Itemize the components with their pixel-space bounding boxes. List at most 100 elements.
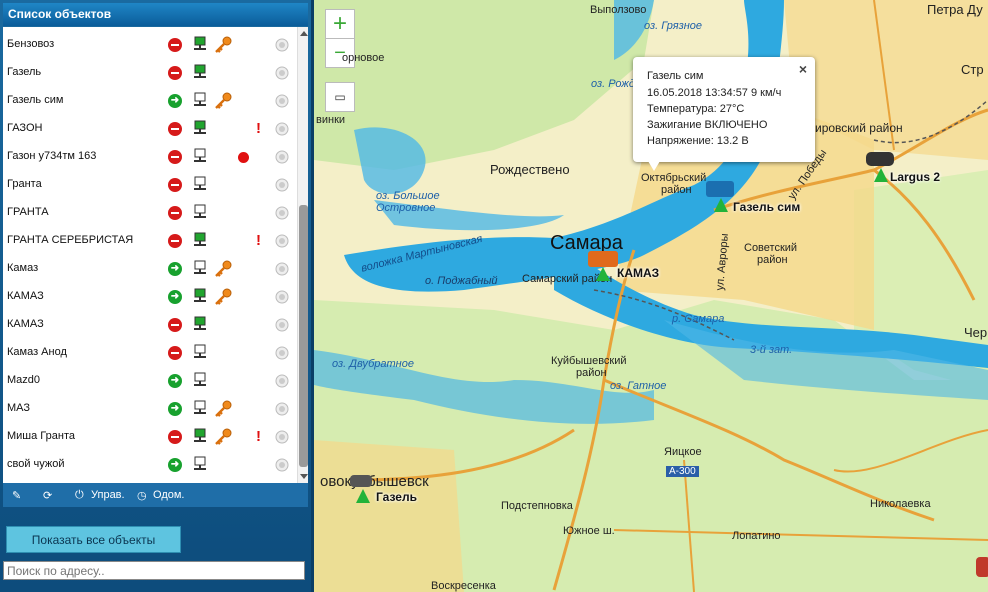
water-label: 3-й зат.	[750, 344, 793, 356]
vehicle-label[interactable]: Газель	[376, 490, 417, 504]
stopped-status-icon	[168, 122, 182, 136]
place-label: Лопатино	[732, 530, 781, 542]
list-scrollbar[interactable]	[297, 27, 308, 483]
object-list-item[interactable]: ГАЗОН!	[3, 115, 297, 143]
object-name: Камаз Анод	[7, 346, 67, 358]
car-icon[interactable]	[350, 475, 372, 487]
object-list-item[interactable]: свой чужой ➜	[3, 451, 297, 479]
refresh-icon[interactable]: ⟳	[43, 489, 52, 502]
locate-target-icon[interactable]	[275, 374, 289, 388]
locate-target-icon[interactable]	[275, 346, 289, 360]
object-list-item[interactable]: Миша Гранта!	[3, 423, 297, 451]
locate-target-icon[interactable]	[275, 94, 289, 108]
water-label: оз. Двубратное	[332, 358, 414, 370]
clock-icon[interactable]: ◷	[137, 489, 147, 502]
car-icon[interactable]	[866, 152, 894, 166]
place-label: Воскресенка	[431, 580, 496, 592]
object-list-item[interactable]: КАМАЗ ➜	[3, 283, 297, 311]
gps-online-icon	[192, 316, 208, 332]
vehicle-marker[interactable]	[714, 198, 728, 212]
locate-target-icon[interactable]	[275, 66, 289, 80]
object-name: ГРАНТА СЕРЕБРИСТАЯ	[7, 234, 134, 246]
locate-target-icon[interactable]	[275, 150, 289, 164]
gps-offline-icon	[192, 92, 208, 108]
ignition-key-icon	[213, 36, 233, 54]
object-name: свой чужой	[7, 458, 65, 470]
object-list-item[interactable]: Камаз Анод	[3, 339, 297, 367]
vehicle-marker[interactable]	[874, 168, 888, 182]
locate-target-icon[interactable]	[275, 402, 289, 416]
object-name: Газон у734тм 163	[7, 150, 97, 162]
address-search-input[interactable]	[3, 561, 305, 580]
power-icon[interactable]: ⏻	[75, 489, 84, 502]
object-name: КАМАЗ	[7, 290, 44, 302]
zoom-in-button[interactable]: +	[325, 9, 355, 39]
object-name: Миша Гранта	[7, 430, 75, 442]
object-list-item[interactable]: ГРАНТА	[3, 199, 297, 227]
vehicle-info-popup: Газель сим 16.05.2018 13:34:57 9 км/ч Те…	[633, 57, 815, 171]
locate-target-icon[interactable]	[275, 262, 289, 276]
locate-target-icon[interactable]	[275, 290, 289, 304]
water-label: оз. Большое	[376, 190, 440, 202]
gps-offline-icon	[192, 344, 208, 360]
locate-target-icon[interactable]	[275, 122, 289, 136]
place-label: Выползово	[590, 4, 647, 16]
vehicle-marker[interactable]	[596, 267, 610, 281]
locate-target-icon[interactable]	[275, 430, 289, 444]
object-list-item[interactable]: КАМАЗ	[3, 311, 297, 339]
vehicle-label[interactable]: КАМАЗ	[617, 266, 659, 280]
map-view[interactable]: + − ▭ Выползово Рождествено Октябрьский …	[314, 0, 988, 592]
alarm-dot-icon	[238, 152, 249, 163]
show-all-objects-button[interactable]: Показать все объекты	[6, 526, 181, 553]
gps-offline-icon	[192, 204, 208, 220]
locate-target-icon[interactable]	[275, 458, 289, 472]
scroll-up-icon[interactable]	[300, 31, 308, 36]
ignition-key-icon	[213, 260, 233, 278]
object-list-item[interactable]: Газель сим ➜	[3, 87, 297, 115]
truck-icon[interactable]	[706, 181, 734, 197]
vehicle-edge-icon[interactable]	[976, 557, 988, 577]
object-list-item[interactable]: Газель	[3, 59, 297, 87]
popup-datetime-speed: 16.05.2018 13:34:57 9 км/ч	[647, 87, 782, 99]
popup-ignition: Зажигание ВКЛЮЧЕНО	[647, 119, 768, 131]
stopped-status-icon	[168, 178, 182, 192]
vehicle-marker[interactable]	[356, 489, 370, 503]
road-badge: А-300	[666, 466, 699, 477]
stopped-status-icon	[168, 150, 182, 164]
alert-icon: !	[256, 232, 261, 249]
locate-target-icon[interactable]	[275, 206, 289, 220]
place-label: Стр	[961, 62, 984, 77]
object-list-item[interactable]: Камаз ➜	[3, 255, 297, 283]
ruler-icon[interactable]: ▭	[325, 82, 355, 112]
gps-offline-icon	[192, 176, 208, 192]
popup-temperature: Температура: 27°C	[647, 103, 745, 115]
vehicle-label[interactable]: Газель сим	[733, 200, 800, 214]
scroll-down-icon[interactable]	[300, 474, 308, 479]
edit-icon[interactable]: ✎	[12, 489, 21, 502]
object-list-item[interactable]: Гранта	[3, 171, 297, 199]
close-icon[interactable]: ×	[799, 61, 807, 77]
object-list-item[interactable]: МАЗ ➜	[3, 395, 297, 423]
truck-icon[interactable]	[588, 251, 618, 267]
object-name: Газель сим	[7, 94, 64, 106]
list-toolbar: ✎ ⟳ ⏻ Управ. ◷ Одом.	[3, 483, 308, 507]
vehicle-label[interactable]: Largus 2	[890, 170, 940, 184]
odometer-label[interactable]: Одом.	[153, 489, 184, 501]
scroll-thumb[interactable]	[299, 205, 308, 467]
locate-target-icon[interactable]	[275, 234, 289, 248]
gps-offline-icon	[192, 400, 208, 416]
object-list-item[interactable]: Газон у734тм 163	[3, 143, 297, 171]
object-list-item[interactable]: Бензовоз	[3, 31, 297, 59]
locate-target-icon[interactable]	[275, 178, 289, 192]
place-label: Советский	[744, 242, 798, 254]
control-label[interactable]: Управ.	[91, 489, 125, 501]
gps-online-icon	[192, 36, 208, 52]
moving-status-icon: ➜	[168, 374, 182, 388]
object-list-item[interactable]: Mazd0 ➜	[3, 367, 297, 395]
object-name: Гранта	[7, 178, 42, 190]
gps-online-icon	[192, 64, 208, 80]
locate-target-icon[interactable]	[275, 38, 289, 52]
object-list-item[interactable]: ГРАНТА СЕРЕБРИСТАЯ!	[3, 227, 297, 255]
locate-target-icon[interactable]	[275, 318, 289, 332]
stopped-status-icon	[168, 38, 182, 52]
